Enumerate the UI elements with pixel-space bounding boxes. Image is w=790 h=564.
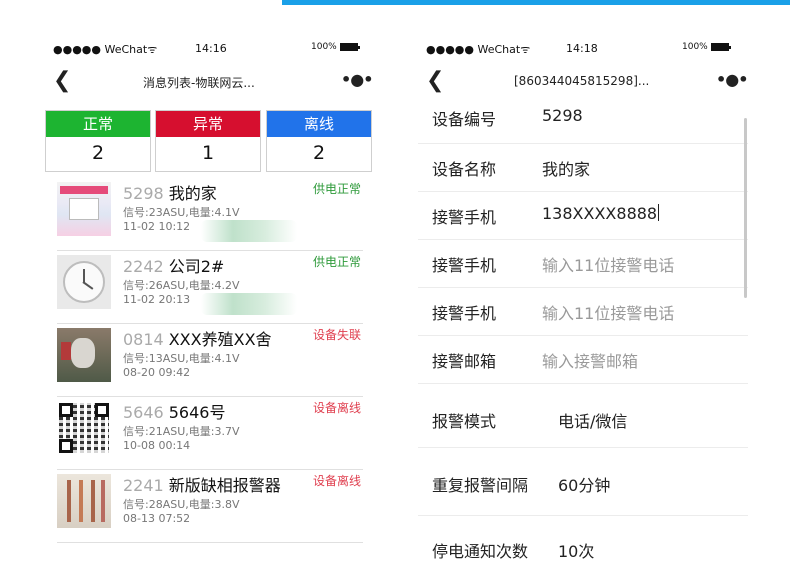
device-id-value: 5298	[542, 106, 583, 125]
list-item[interactable]: 2242 公司2# 供电正常 信号:26ASU,电量:4.2V 11-02 20:1…	[57, 251, 363, 324]
update-time: 08-20 09:42	[123, 366, 191, 379]
settings-form: 设备编号 5298 设备名称 我的家 接警手机 138XXXX8888 接警手机…	[418, 100, 748, 564]
device-list-screen: ●●●●● WeChatᯤ 14:16 100% ❮ 消息列表-物联网云... …	[45, 38, 375, 549]
device-thumbnail	[57, 328, 111, 382]
device-number: 5646	[123, 403, 164, 422]
carrier-label: ●●●●● WeChat	[426, 43, 521, 56]
back-icon[interactable]: ❮	[426, 68, 444, 94]
phone2-field[interactable]: 输入11位接警电话	[542, 252, 674, 276]
top-accent-bar	[282, 0, 790, 5]
clock-time: 14:18	[566, 42, 598, 55]
alarm-mode-label: 报警模式	[432, 412, 497, 431]
device-number: 2242	[123, 257, 164, 276]
device-number: 5298	[123, 184, 164, 203]
phone3-row[interactable]: 接警手机 输入11位接警电话	[418, 288, 748, 336]
battery-percent: 100%	[311, 42, 337, 52]
tab-count: 2	[91, 142, 105, 164]
device-id-label: 设备编号	[432, 110, 497, 129]
status-badge: 设备离线	[312, 474, 361, 488]
device-thumbnail	[57, 474, 111, 528]
tab-normal[interactable]: 正常 2	[45, 110, 151, 172]
notify-count-select[interactable]: 10次	[558, 538, 594, 562]
page-title: 消息列表-物联网云...	[143, 76, 255, 90]
nav-bar: ❮ 消息列表-物联网云... •●•	[45, 68, 375, 98]
nav-bar: ❮ [860344045815298]... •●•	[418, 68, 758, 98]
battery-icon	[710, 42, 731, 51]
phone1-field[interactable]: 138XXXX8888	[542, 204, 657, 223]
status-badge: 设备失联	[312, 328, 361, 342]
repeat-interval-label: 重复报警间隔	[432, 476, 529, 495]
phone2-label: 接警手机	[432, 256, 497, 275]
device-name: 公司2#	[168, 257, 225, 276]
alarm-mode-select[interactable]: 电话/微信	[558, 408, 627, 432]
tab-offline[interactable]: 离线 2	[266, 110, 372, 172]
device-thumbnail	[57, 255, 111, 309]
phone1-label: 接警手机	[432, 208, 497, 227]
more-menu-icon[interactable]: •●•	[341, 70, 373, 89]
repeat-interval-row[interactable]: 重复报警间隔 60分钟	[418, 448, 748, 516]
status-badge: 供电正常	[312, 182, 361, 196]
list-item[interactable]: 5298 我的家 供电正常 信号:23ASU,电量:4.1V 11-02 10:12	[57, 178, 363, 251]
device-name-field[interactable]: 我的家	[542, 156, 590, 180]
device-number: 0814	[123, 330, 164, 349]
page-title: [860344045815298]...	[514, 74, 650, 88]
back-icon[interactable]: ❮	[53, 68, 71, 94]
status-tabs: 正常 2 异常 1 离线 2	[45, 110, 373, 172]
tab-label: 离线	[267, 111, 371, 137]
signal-info: 信号:21ASU,电量:3.7V	[123, 425, 240, 438]
phone1-row[interactable]: 接警手机 138XXXX8888	[418, 192, 748, 240]
list-item[interactable]: 0814 XXX养殖XX舍 设备失联 信号:13ASU,电量:4.1V 08-20 …	[57, 324, 363, 397]
status-bar: ●●●●● WeChatᯤ 14:16 100%	[45, 38, 375, 60]
text-cursor	[658, 204, 660, 221]
email-field[interactable]: 输入接警邮箱	[542, 348, 638, 372]
device-name: 我的家	[168, 184, 217, 203]
status-bar: ●●●●● WeChatᯤ 14:18 100%	[418, 38, 758, 60]
scrollbar[interactable]	[744, 118, 747, 298]
phone3-label: 接警手机	[432, 304, 497, 323]
qr-code-thumbnail	[57, 401, 111, 455]
device-name-label: 设备名称	[432, 160, 497, 179]
device-name-row[interactable]: 设备名称 我的家	[418, 144, 748, 192]
device-name: XXX养殖XX舍	[168, 330, 272, 349]
update-time: 10-08 00:14	[123, 439, 191, 452]
tab-count: 2	[312, 142, 326, 164]
wifi-icon: ᯤ	[147, 43, 158, 56]
redacted-area	[201, 293, 297, 315]
signal-info: 信号:23ASU,电量:4.1V	[123, 206, 240, 219]
notify-count-row[interactable]: 停电通知次数 10次	[418, 516, 748, 564]
email-label: 接警邮箱	[432, 352, 497, 371]
device-thumbnail	[57, 182, 111, 236]
battery-icon	[339, 42, 360, 51]
phone2-row[interactable]: 接警手机 输入11位接警电话	[418, 240, 748, 288]
device-id-row: 设备编号 5298	[418, 100, 748, 144]
clock-time: 14:16	[195, 42, 227, 55]
list-item[interactable]: 5646 5646号 设备离线 信号:21ASU,电量:3.7V 10-08 00:…	[57, 397, 363, 470]
repeat-interval-select[interactable]: 60分钟	[558, 472, 610, 496]
tab-label: 正常	[46, 111, 150, 137]
carrier-label: ●●●●● WeChat	[53, 43, 148, 56]
status-badge: 供电正常	[312, 255, 361, 269]
signal-info: 信号:26ASU,电量:4.2V	[123, 279, 240, 292]
device-settings-screen: ●●●●● WeChatᯤ 14:18 100% ❮ [860344045815…	[418, 38, 758, 561]
phone3-field[interactable]: 输入11位接警电话	[542, 300, 674, 324]
status-badge: 设备离线	[312, 401, 361, 415]
tab-count: 1	[201, 142, 215, 164]
tab-label: 异常	[156, 111, 260, 137]
signal-info: 信号:28ASU,电量:3.8V	[123, 498, 240, 511]
device-name: 新版缺相报警器	[168, 476, 281, 495]
device-name: 5646号	[168, 403, 226, 422]
device-number: 2241	[123, 476, 164, 495]
alarm-mode-row[interactable]: 报警模式 电话/微信	[418, 384, 748, 448]
update-time: 08-13 07:52	[123, 512, 191, 525]
list-item[interactable]: 2241 新版缺相报警器 设备离线 信号:28ASU,电量:3.8V 08-13 0…	[57, 470, 363, 543]
wifi-icon: ᯤ	[520, 43, 531, 56]
signal-info: 信号:13ASU,电量:4.1V	[123, 352, 240, 365]
device-list: 5298 我的家 供电正常 信号:23ASU,电量:4.1V 11-02 10:12…	[57, 178, 363, 543]
redacted-area	[201, 220, 297, 242]
battery-percent: 100%	[682, 42, 708, 52]
more-menu-icon[interactable]: •●•	[716, 70, 748, 89]
notify-count-label: 停电通知次数	[432, 542, 529, 561]
email-row[interactable]: 接警邮箱 输入接警邮箱	[418, 336, 748, 384]
tab-abnormal[interactable]: 异常 1	[155, 110, 261, 172]
